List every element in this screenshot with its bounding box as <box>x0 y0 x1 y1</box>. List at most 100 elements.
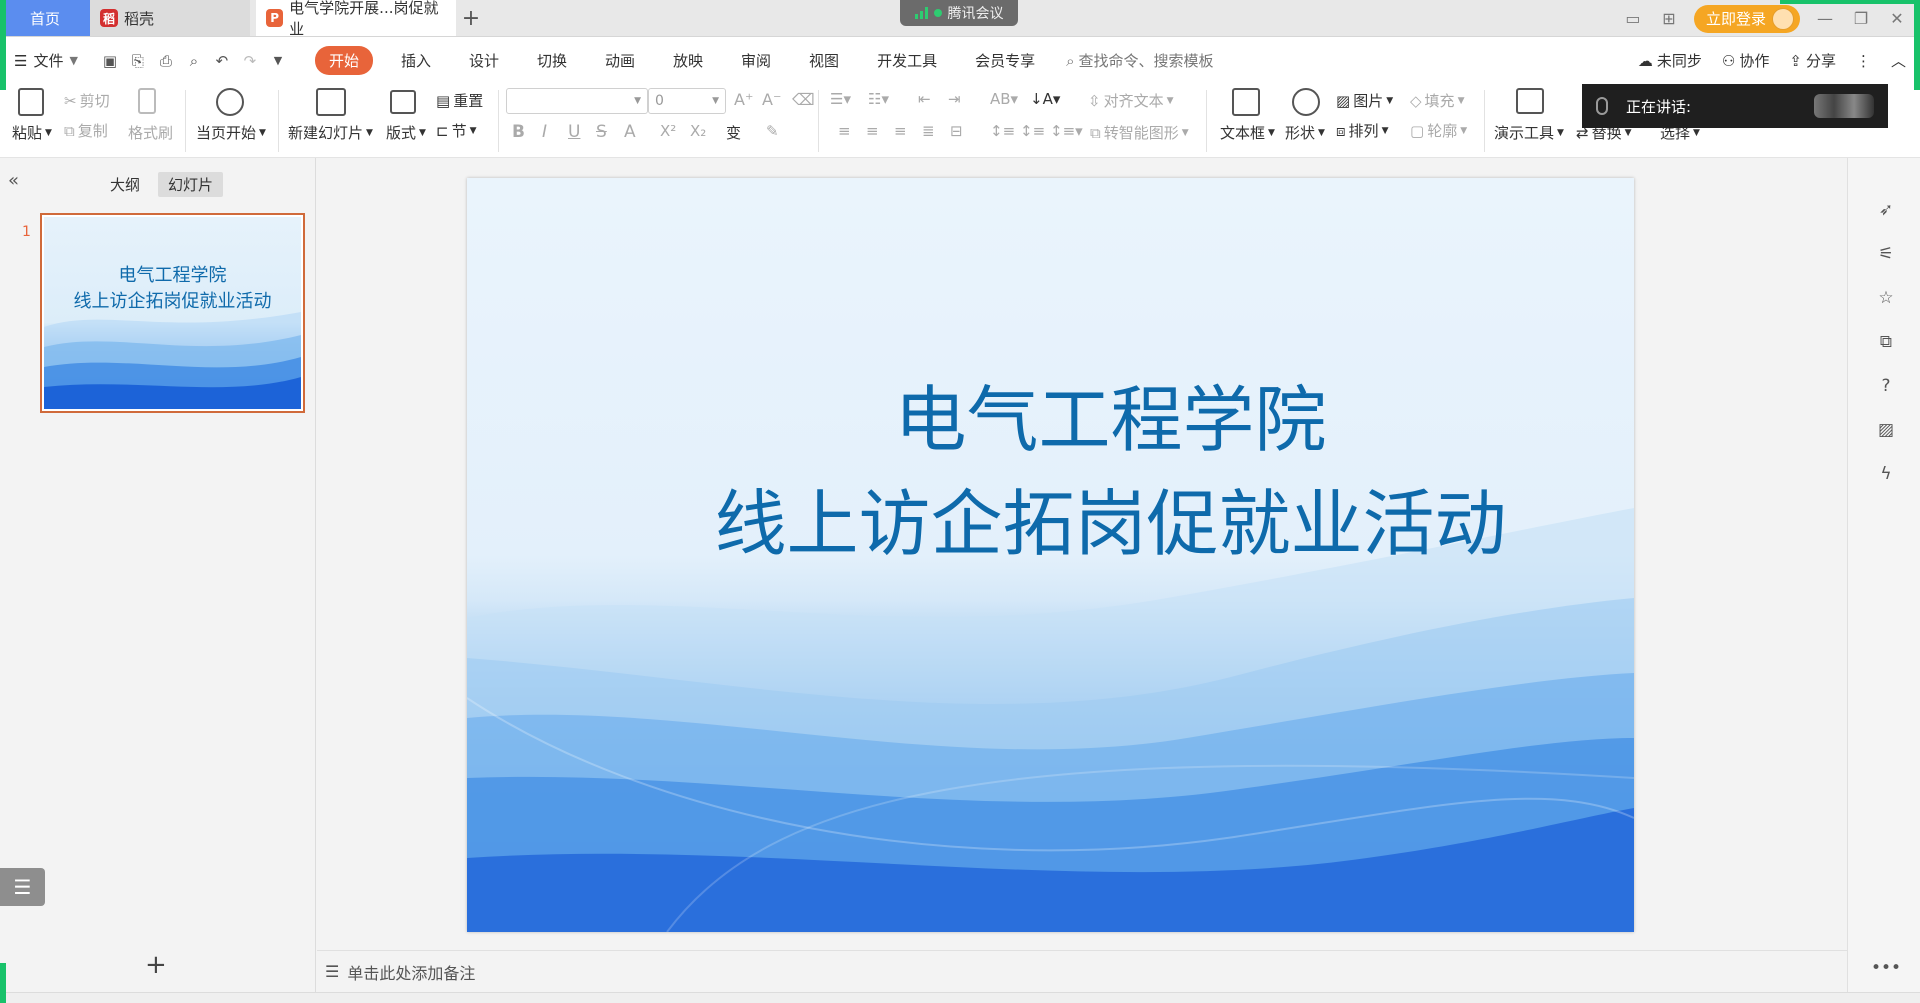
increase-font-icon[interactable]: A⁺ <box>734 90 753 109</box>
increase-indent-icon[interactable]: ⇥ <box>948 90 961 108</box>
tab-member[interactable]: 会员专享 <box>965 46 1045 75</box>
section-button[interactable]: ⊏ 节 ▼ <box>436 120 477 141</box>
highlight-icon[interactable]: ✎ <box>766 122 779 140</box>
collapse-ribbon-icon[interactable]: ︿ <box>1891 50 1906 71</box>
print-preview-icon[interactable]: ⌕ <box>184 51 204 71</box>
fill-button[interactable]: ◇ 填充 ▼ <box>1410 90 1464 111</box>
text-direction-icon[interactable]: AB▾ <box>990 90 1018 108</box>
font-color-icon[interactable]: A <box>624 122 636 142</box>
format-painter-button[interactable]: 格式刷 <box>128 122 173 143</box>
decrease-indent-icon[interactable]: ⇤ <box>918 90 931 108</box>
tab-design[interactable]: 设计 <box>459 46 509 75</box>
presenter-tools-button[interactable]: 演示工具 ▼ <box>1494 122 1564 143</box>
notes-pane[interactable]: ☰ 单击此处添加备注 <box>317 950 1847 992</box>
more-icon[interactable]: ••• <box>1871 958 1901 978</box>
rocket-icon[interactable]: ➶ <box>1876 200 1896 220</box>
decrease-font-icon[interactable]: A⁻ <box>762 90 781 109</box>
textbox-button[interactable]: 文本框 ▼ <box>1220 122 1275 143</box>
lightning-icon[interactable]: ϟ <box>1876 464 1896 484</box>
new-slide-icon[interactable] <box>316 88 346 116</box>
justify-icon[interactable]: ≣ <box>922 122 935 140</box>
print-icon[interactable]: ⎙ <box>156 51 176 71</box>
subscript-icon[interactable]: X₂ <box>690 122 706 140</box>
reset-button[interactable]: ▤ 重置 <box>436 90 483 111</box>
restore-icon[interactable]: ❐ <box>1850 9 1872 28</box>
tab-review[interactable]: 审阅 <box>731 46 781 75</box>
more-menu-icon[interactable]: ⋮ <box>1856 52 1871 70</box>
align-right-icon[interactable]: ≡ <box>894 122 907 140</box>
picture-button[interactable]: ▨ 图片 ▼ <box>1336 90 1393 111</box>
bullets-icon[interactable]: ☰▾ <box>830 90 851 108</box>
font-family-select[interactable]: ▼ <box>506 88 648 114</box>
slide-thumbnail[interactable]: 电气工程学院 线上访企拓岗促就业活动 <box>40 213 305 413</box>
strikethrough-icon[interactable]: S <box>596 122 607 142</box>
paste-icon[interactable] <box>18 88 44 116</box>
arrange-button[interactable]: ⧈ 排列 ▼ <box>1336 120 1388 141</box>
transition-icon[interactable]: ⧉ <box>1876 332 1896 352</box>
tab-home[interactable]: 首页 <box>0 0 90 36</box>
add-slide-button[interactable]: + <box>145 950 167 980</box>
tab-slideshow[interactable]: 放映 <box>663 46 713 75</box>
help-icon[interactable]: ? <box>1876 376 1896 396</box>
share-button[interactable]: ⇪ 分享 <box>1789 50 1836 71</box>
command-search[interactable]: ⌕ 查找命令、搜索模板 <box>1066 50 1213 71</box>
slide-title[interactable]: 电气工程学院 线上访企拓岗促就业活动 <box>467 368 1634 576</box>
play-icon[interactable] <box>216 88 244 116</box>
spacing-options-icon[interactable]: ↕≡▾ <box>1050 122 1083 140</box>
layout-button[interactable]: 版式 ▼ <box>386 122 426 143</box>
italic-icon[interactable]: I <box>542 122 547 142</box>
numbering-icon[interactable]: ☷▾ <box>868 90 889 108</box>
tab-insert[interactable]: 插入 <box>391 46 441 75</box>
textbox-icon[interactable] <box>1232 88 1260 116</box>
minimize-icon[interactable]: — <box>1814 9 1836 28</box>
collaborate-button[interactable]: ⚇ 协作 <box>1722 50 1769 71</box>
tab-animation[interactable]: 动画 <box>595 46 645 75</box>
copy-button[interactable]: ⧉ 复制 <box>64 120 108 141</box>
apps-grid-icon[interactable]: ⊞ <box>1658 9 1680 28</box>
align-center-icon[interactable]: ≡ <box>866 122 879 140</box>
phonetic-guide-icon[interactable]: 变 <box>726 122 741 143</box>
star-icon[interactable]: ☆ <box>1876 288 1896 308</box>
redo-icon[interactable]: ↷ <box>240 51 260 71</box>
settings-sliders-icon[interactable]: ⚟ <box>1876 244 1896 264</box>
tab-transition[interactable]: 切换 <box>527 46 577 75</box>
smartart-button[interactable]: ⧉ 转智能图形 ▼ <box>1090 122 1189 143</box>
new-slide-button[interactable]: 新建幻灯片 ▼ <box>288 122 373 143</box>
shape-button[interactable]: 形状 ▼ <box>1285 122 1325 143</box>
tab-daoke[interactable]: 稻 稻壳 <box>90 0 250 36</box>
align-text-button[interactable]: ⇳ 对齐文本 ▼ <box>1088 90 1174 111</box>
close-icon[interactable]: ✕ <box>1886 9 1908 28</box>
layout-icon[interactable] <box>390 90 416 114</box>
paragraph-spacing-icon[interactable]: ↕≡ <box>1020 122 1045 140</box>
distribute-icon[interactable]: ⊟ <box>950 122 963 140</box>
paste-button[interactable]: 粘贴 ▼ <box>12 122 52 143</box>
tab-outline[interactable]: 大纲 <box>100 172 150 197</box>
cut-button[interactable]: ✂ 剪切 <box>64 90 110 111</box>
export-pdf-icon[interactable]: ⎘ <box>128 51 148 71</box>
file-menu[interactable]: ☰ 文件 ▼ <box>14 50 78 71</box>
tab-view[interactable]: 视图 <box>799 46 849 75</box>
outline-button[interactable]: ▢ 轮廓 ▼ <box>1410 120 1467 141</box>
save-icon[interactable]: ▣ <box>100 51 120 71</box>
slide[interactable]: 电气工程学院 线上访企拓岗促就业活动 <box>467 178 1634 932</box>
align-left-icon[interactable]: ≡ <box>838 122 851 140</box>
bold-icon[interactable]: B <box>512 122 525 142</box>
sync-status[interactable]: ☁ 未同步 <box>1638 50 1702 71</box>
play-from-current-button[interactable]: 当页开始 ▼ <box>196 122 266 143</box>
outline-toggle-button[interactable]: ☰ <box>0 868 45 906</box>
tab-document[interactable]: P 电气学院开展...岗促就业 <box>256 0 456 38</box>
tab-slides[interactable]: 幻灯片 <box>158 172 224 197</box>
layout-toggle-icon[interactable]: ▭ <box>1622 9 1644 28</box>
underline-icon[interactable]: U <box>568 122 580 142</box>
meeting-indicator[interactable]: 腾讯会议 <box>900 0 1018 26</box>
font-size-select[interactable]: 0 ▼ <box>648 88 726 114</box>
customize-toolbar-icon[interactable]: ▼ <box>268 51 288 71</box>
login-button[interactable]: 立即登录 <box>1693 4 1800 33</box>
shape-icon[interactable] <box>1292 88 1320 116</box>
image-settings-icon[interactable]: ▨ <box>1876 420 1896 440</box>
collapse-pane-icon[interactable]: « <box>8 170 19 191</box>
sort-icon[interactable]: ↓A▾ <box>1030 90 1060 108</box>
new-tab-button[interactable]: + <box>456 0 486 36</box>
tab-start[interactable]: 开始 <box>314 46 373 75</box>
tab-developer[interactable]: 开发工具 <box>867 46 947 75</box>
